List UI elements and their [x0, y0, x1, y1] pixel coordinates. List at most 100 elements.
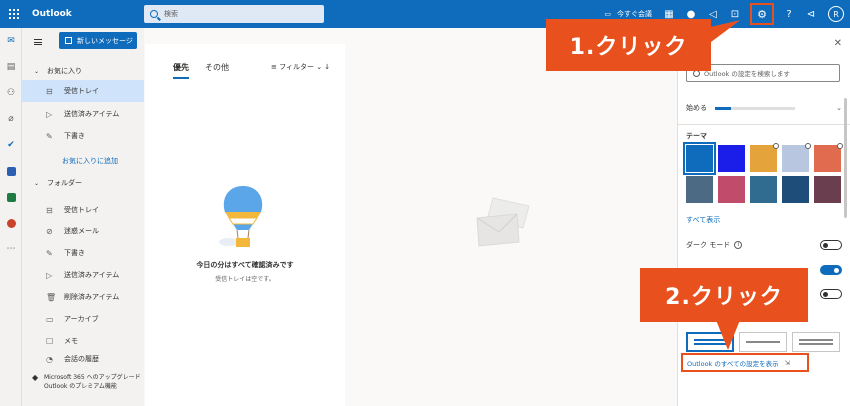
- theme-swatch-palm[interactable]: [718, 176, 745, 203]
- draft-icon: ✎: [46, 248, 53, 258]
- settings-panel: ✕ Outlook の設定を検索します 始める ⌄ テーマ すべて表示 ダーク …: [677, 28, 850, 406]
- view-all-settings-label: Outlook のすべての設定を表示: [687, 359, 779, 368]
- folder-label: 下書き: [64, 249, 85, 257]
- waffle-icon: [9, 9, 19, 19]
- view-all-themes-link[interactable]: すべて表示: [686, 215, 720, 225]
- avatar: R: [828, 6, 844, 22]
- tab-other[interactable]: その他: [205, 62, 229, 79]
- theme-grid: [683, 142, 846, 203]
- envelope-illustration: [476, 197, 530, 247]
- settings-scrollbar[interactable]: [844, 98, 847, 218]
- favorite-label: 送信済みアイテム: [64, 110, 120, 118]
- hamburger-icon[interactable]: [34, 39, 42, 45]
- theme-indicator-icon: [837, 143, 843, 149]
- toggle-knob: [834, 267, 839, 273]
- note-icon: ☐: [46, 336, 54, 346]
- app-launcher-button[interactable]: [0, 0, 28, 28]
- premium-text: Microsoft 365 へのアップグレード Outlook のプレミアム機能: [44, 374, 141, 390]
- theme-swatch-lights[interactable]: [814, 176, 841, 203]
- ellipsis-icon: ⋯: [6, 244, 16, 254]
- setting-toggle-3[interactable]: [820, 289, 842, 299]
- mail-icon: ✉: [7, 36, 15, 46]
- layout-option-2[interactable]: [739, 332, 787, 352]
- chevron-down-icon: ⌄: [836, 104, 842, 112]
- progress-fill: [715, 106, 731, 110]
- folders-header[interactable]: ⌄ フォルダー: [34, 178, 82, 188]
- new-message-button[interactable]: 新しいメッセージ: [59, 32, 137, 49]
- search-input[interactable]: 検索: [164, 9, 178, 19]
- folder-history[interactable]: ◔ 会話の履歴: [22, 352, 144, 366]
- theme-swatch-rainbow[interactable]: [750, 143, 779, 172]
- filter-icon: ≡: [271, 63, 280, 71]
- theme-swatch-landscape[interactable]: [686, 176, 713, 203]
- theme-swatch-blue[interactable]: [683, 142, 716, 175]
- folder-drafts[interactable]: ✎ 下書き: [22, 242, 144, 264]
- theme-swatch-waves[interactable]: [750, 176, 777, 203]
- folder-junk[interactable]: ⊘ 迷惑メール: [22, 220, 144, 242]
- folder-deleted[interactable]: 🗑 削除済みアイテム: [22, 286, 144, 308]
- folder-archive[interactable]: ▭ アーカイブ: [22, 308, 144, 330]
- getting-started-progress: [715, 106, 795, 110]
- tab-focused[interactable]: 優先: [173, 62, 189, 79]
- getting-started-row[interactable]: 始める ⌄: [686, 103, 842, 113]
- feedback-icon: ⊲: [806, 8, 816, 20]
- theme-swatch-colorful[interactable]: [814, 143, 843, 172]
- toggle-knob: [823, 291, 828, 297]
- powerpoint-app-button[interactable]: [0, 210, 22, 236]
- callout-step-1: 1.クリック: [546, 19, 711, 71]
- history-icon: ◔: [46, 354, 53, 364]
- excel-app-button[interactable]: [0, 184, 22, 210]
- info-icon[interactable]: i: [734, 241, 743, 249]
- hot-air-balloon-illustration: [219, 186, 263, 247]
- app-title[interactable]: Outlook: [32, 9, 144, 19]
- people-app-button[interactable]: ⚇: [0, 80, 22, 106]
- attach-app-button[interactable]: ⌀: [0, 106, 22, 132]
- divider: [678, 124, 850, 125]
- add-favorite-link[interactable]: お気に入りに追加: [62, 156, 118, 166]
- mail-app-button[interactable]: ✉: [0, 28, 22, 54]
- folder-label: 会話の履歴: [64, 355, 99, 363]
- favorite-inbox[interactable]: ⊟ 受信トレイ: [22, 80, 144, 102]
- view-all-settings-link[interactable]: Outlook のすべての設定を表示 ⇲: [681, 353, 809, 372]
- theme-swatch-circuit[interactable]: [782, 176, 809, 203]
- setting-toggle-2[interactable]: [820, 265, 842, 275]
- favorite-sent[interactable]: ▷ 送信済みアイテム: [22, 103, 144, 125]
- powerpoint-icon: [6, 218, 16, 228]
- todo-app-button[interactable]: ✔: [0, 132, 22, 158]
- reading-pane: [345, 44, 677, 406]
- account-button[interactable]: R: [822, 0, 850, 28]
- settings-search-placeholder: Outlook の設定を検索します: [704, 70, 790, 78]
- filter-button[interactable]: ≡ フィルター ⌄ ↓: [271, 62, 330, 72]
- favorite-label: 下書き: [64, 132, 85, 140]
- premium-upsell[interactable]: ◆ Microsoft 365 へのアップグレード Outlook のプレミアム…: [32, 373, 142, 391]
- folder-label: 迷惑メール: [64, 227, 99, 235]
- settings-button[interactable]: ⚙: [750, 3, 774, 25]
- folder-sent[interactable]: ▷ 送信済みアイテム: [22, 264, 144, 286]
- folder-label: 削除済みアイテム: [64, 293, 120, 301]
- layout-option-3[interactable]: [792, 332, 840, 352]
- folder-inbox[interactable]: ⊟ 受信トレイ: [22, 199, 144, 221]
- more-apps-button[interactable]: ⋯: [0, 236, 22, 262]
- meet-now-label: 今すぐ会議: [617, 10, 652, 18]
- calendar-app-button[interactable]: ▤: [0, 54, 22, 80]
- word-app-button[interactable]: [0, 158, 22, 184]
- trash-icon: 🗑: [46, 292, 57, 302]
- help-button[interactable]: ?: [778, 0, 800, 28]
- search-box[interactable]: 検索: [144, 5, 324, 23]
- favorites-header[interactable]: ⌄ お気に入り: [34, 66, 82, 76]
- search-icon: [150, 10, 158, 18]
- theme-swatch-abstract[interactable]: [782, 143, 811, 172]
- theme-indicator-icon: [773, 143, 779, 149]
- folder-notes[interactable]: ☐ メモ: [22, 330, 144, 352]
- inbox-icon: ⊟: [46, 205, 53, 215]
- excel-icon: [6, 192, 16, 202]
- feedback-button[interactable]: ⊲: [800, 0, 822, 28]
- chevron-down-icon: ⌄ ↓: [316, 63, 331, 71]
- layout-line: [799, 343, 833, 345]
- favorite-drafts[interactable]: ✎ 下書き: [22, 125, 144, 147]
- dark-mode-toggle[interactable]: [820, 240, 842, 250]
- inbox-tabs: 優先 その他: [173, 62, 245, 79]
- theme-swatch-dark-blue[interactable]: [718, 145, 745, 172]
- close-icon[interactable]: ✕: [834, 38, 842, 49]
- gear-icon: ⚙: [757, 7, 767, 21]
